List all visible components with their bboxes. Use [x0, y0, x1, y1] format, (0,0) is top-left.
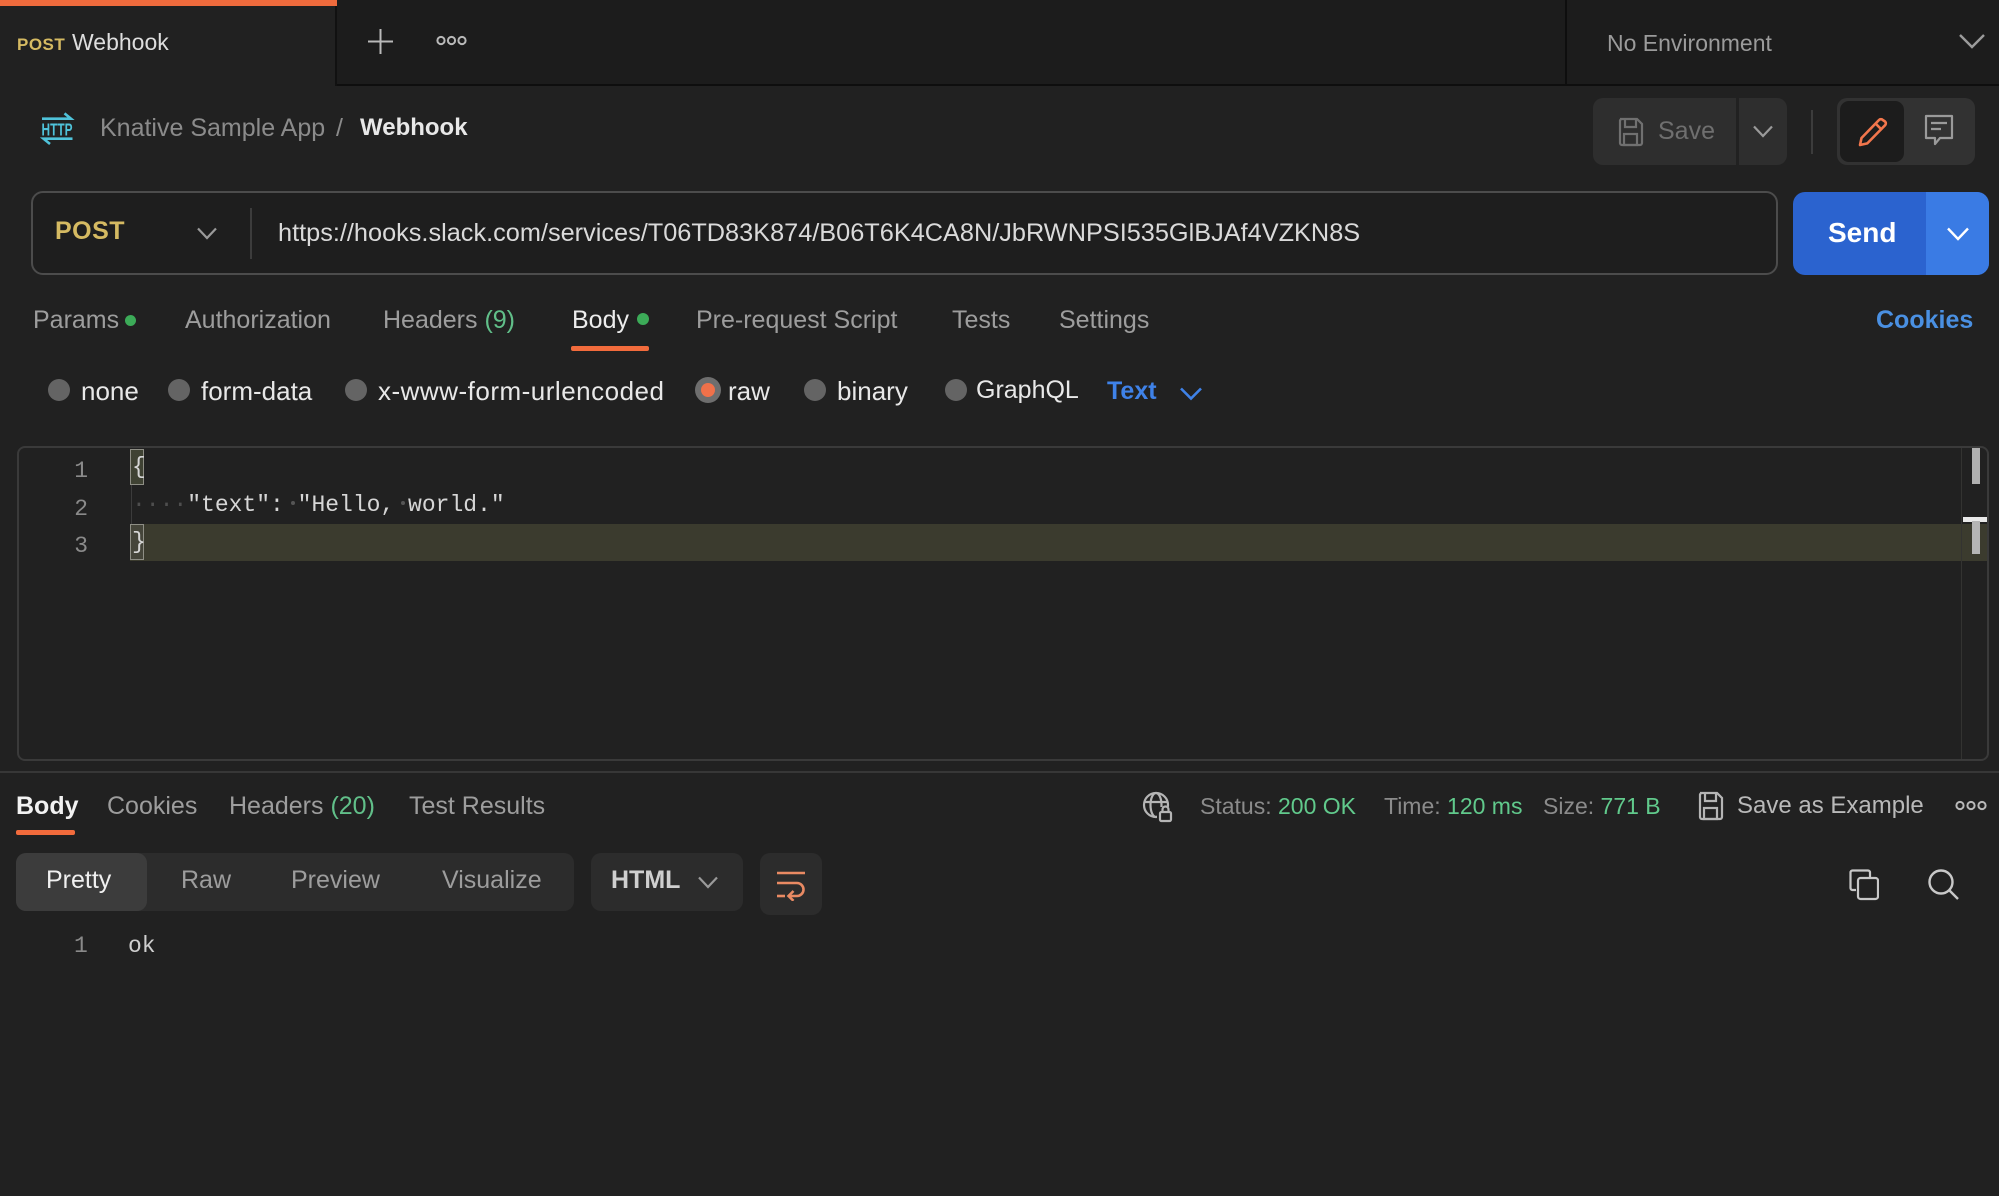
svg-text:HTTP: HTTP — [42, 120, 73, 140]
